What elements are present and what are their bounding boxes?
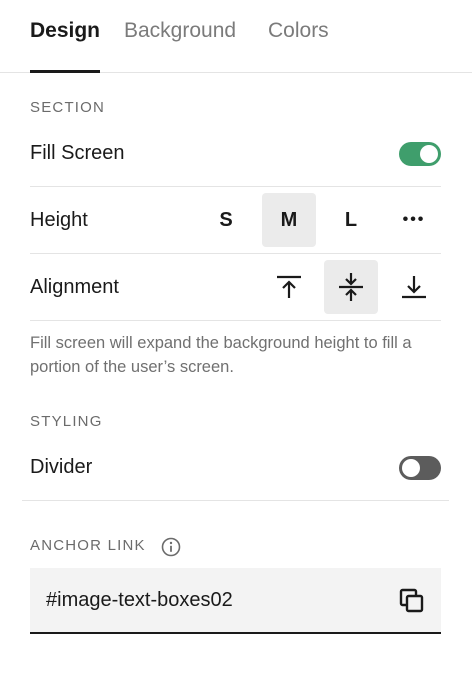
copy-icon[interactable] (397, 586, 427, 616)
height-option-l[interactable]: L (324, 193, 378, 247)
height-option-s[interactable]: S (199, 193, 253, 247)
styling-heading: STYLING (30, 413, 103, 430)
tab-design[interactable]: Design (30, 19, 100, 43)
align-top-icon (277, 275, 301, 298)
align-bottom-icon (402, 276, 426, 299)
anchor-link-heading: ANCHOR LINK (30, 537, 146, 554)
tab-colors[interactable]: Colors (268, 19, 329, 43)
anchor-link-value: #image-text-boxes02 (46, 589, 233, 611)
divider-line (30, 320, 441, 321)
divider-line (30, 186, 441, 187)
active-tab-indicator (30, 70, 100, 73)
fill-screen-help-text: Fill screen will expand the background h… (30, 334, 412, 376)
align-center-button[interactable] (324, 260, 378, 314)
height-option-m[interactable]: M (262, 193, 316, 247)
divider-label: Divider (30, 456, 93, 478)
section-heading: SECTION (30, 99, 106, 116)
divider-line (30, 253, 441, 254)
info-icon[interactable] (161, 537, 181, 557)
height-more-options[interactable]: ••• (387, 193, 441, 247)
height-label: Height (30, 209, 88, 231)
fill-screen-toggle[interactable] (399, 142, 441, 166)
toggle-knob (420, 145, 438, 163)
divider-line (22, 500, 449, 501)
align-top-button[interactable] (262, 260, 316, 314)
tab-background[interactable]: Background (124, 19, 236, 43)
fill-screen-label: Fill Screen (30, 142, 125, 164)
align-center-icon (339, 273, 363, 301)
alignment-label: Alignment (30, 276, 119, 298)
tab-bar: Design Background Colors (0, 0, 472, 73)
divider-toggle[interactable] (399, 456, 441, 480)
align-bottom-button[interactable] (387, 260, 441, 314)
toggle-knob (402, 459, 420, 477)
anchor-link-field[interactable]: #image-text-boxes02 (30, 568, 441, 634)
